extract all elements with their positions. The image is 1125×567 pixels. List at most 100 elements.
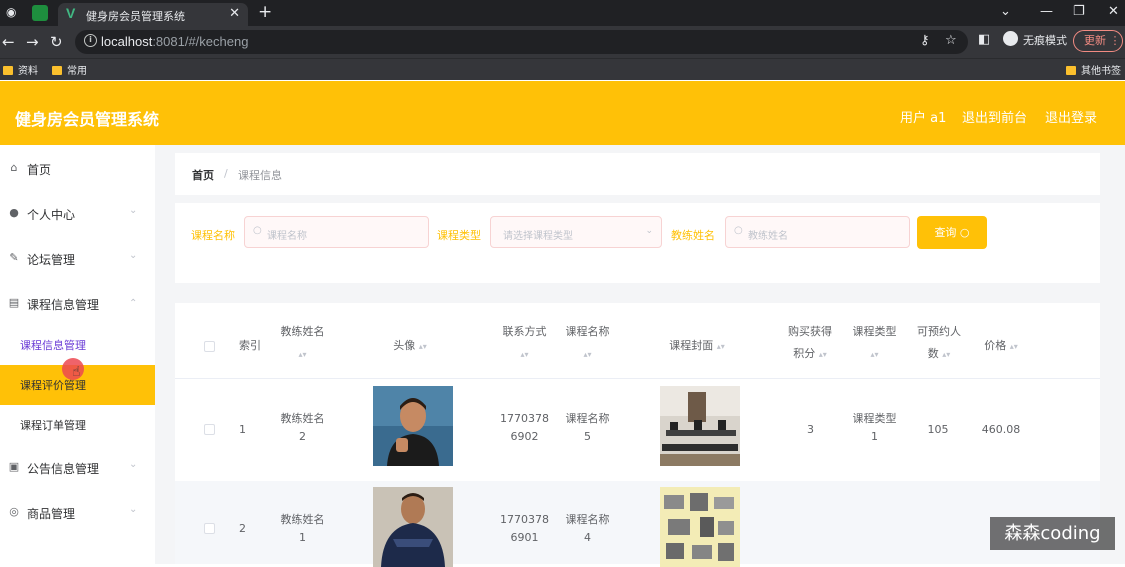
sort-icon[interactable]: ▴▾ <box>1010 342 1018 351</box>
sidebar-item-forum[interactable]: ✎ 论坛管理 ⌄ <box>0 239 155 279</box>
course-type-label: 课程类型 <box>437 229 481 242</box>
course-cover-image <box>660 487 740 567</box>
sidebar-item-label: 课程信息管理 <box>27 298 100 312</box>
coach-avatar-image <box>373 487 453 567</box>
sidebar-item-label: 个人中心 <box>27 208 76 222</box>
cell-index: 1 <box>239 423 246 436</box>
browser-tab-bar: ◉ V 健身房会员管理系统 ✕ + ⌄ — ❐ ✕ <box>0 0 1125 26</box>
close-window-icon[interactable]: ✕ <box>1108 4 1119 19</box>
search-icon: ○ <box>734 225 743 236</box>
course-type-select[interactable]: 请选择课程类型 ⌄ <box>490 216 662 248</box>
back-to-front-link[interactable]: 退出到前台 <box>962 107 1027 126</box>
main-content: 首页 / 课程信息 课程名称 ○ 课程名称 课程类型 请选择课程类型 ⌄ 教练姓… <box>155 145 1125 567</box>
current-user: 用户 a1 <box>900 111 947 126</box>
bookmark-star-icon[interactable]: ☆ <box>945 33 957 48</box>
sidebar-item-home[interactable]: ⌂ 首页 <box>0 149 155 189</box>
col-points[interactable]: 购买获得 积分 ▴▾ <box>780 321 840 366</box>
course-name-label: 课程名称 <box>191 229 235 242</box>
cell-course-name: 课程名称 5 <box>565 412 610 443</box>
coach-avatar-image <box>373 386 453 466</box>
minimize-icon[interactable]: — <box>1040 4 1053 19</box>
chevron-up-icon: ⌃ <box>129 298 138 309</box>
chevron-down-icon: ⌄ <box>129 250 138 261</box>
sort-icon[interactable]: ▴▾ <box>717 342 725 351</box>
row-checkbox[interactable] <box>204 523 215 534</box>
update-button[interactable]: 更新 ⋮ <box>1073 30 1123 52</box>
app-header: 健身房会员管理系统 用户 a1 退出到前台 退出登录 <box>0 81 1125 145</box>
breadcrumb-current: 课程信息 <box>238 169 282 182</box>
tab-search-icon[interactable]: ⌄ <box>1000 4 1011 19</box>
cell-coach: 教练姓名 1 <box>280 513 325 544</box>
site-info-icon[interactable]: i <box>84 34 97 47</box>
tab-title: 健身房会员管理系统 <box>86 10 185 23</box>
tab-close-icon[interactable]: ✕ <box>229 6 240 21</box>
sort-icon[interactable]: ▴▾ <box>942 350 950 359</box>
sort-icon[interactable]: ▴▾ <box>419 342 427 351</box>
col-avatar[interactable]: 头像 ▴▾ <box>375 335 445 358</box>
col-coach[interactable]: 教练姓名 ▴▾ <box>275 321 330 366</box>
folder-icon <box>52 66 62 75</box>
coach-name-input[interactable]: ○ 教练姓名 <box>725 216 910 248</box>
sort-icon[interactable]: ▴▾ <box>870 350 878 359</box>
sidebar-item-goods[interactable]: ◎ 商品管理 ⌄ <box>0 493 155 533</box>
address-bar-row: ← → ↻ i localhost:8081/#/kecheng ⚷ ☆ ◧ <box>0 26 1125 58</box>
sidebar-item-course[interactable]: ▤ 课程信息管理 ⌃ <box>0 284 155 324</box>
app-title: 健身房会员管理系统 <box>15 110 160 129</box>
header-divider <box>175 378 1100 379</box>
sidebar-item-notice[interactable]: ▣ 公告信息管理 ⌄ <box>0 448 155 488</box>
col-price[interactable]: 价格 ▴▾ <box>971 335 1031 358</box>
sort-icon[interactable]: ▴▾ <box>819 350 827 359</box>
watermark: 森森coding <box>990 517 1115 550</box>
sort-icon[interactable]: ▴▾ <box>520 350 528 359</box>
password-key-icon[interactable]: ⚷ <box>920 33 930 48</box>
cell-course-name: 课程名称 4 <box>565 513 610 544</box>
reload-icon[interactable]: ↻ <box>50 33 63 51</box>
cell-course-type: 课程类型 1 <box>852 412 897 443</box>
row-checkbox[interactable] <box>204 424 215 435</box>
sort-icon[interactable]: ▴▾ <box>583 350 591 359</box>
query-button[interactable]: 查询 ○ <box>917 216 987 249</box>
cell-index: 2 <box>239 522 246 535</box>
bookmark-folder-changyong[interactable]: 常用 <box>52 62 87 77</box>
sort-icon[interactable]: ▴▾ <box>298 350 306 359</box>
col-course-name[interactable]: 课程名称 ▴▾ <box>560 321 615 366</box>
chevron-down-icon: ⌄ <box>129 205 138 216</box>
page-scrollbar[interactable] <box>1113 145 1125 564</box>
select-all-checkbox[interactable] <box>204 341 215 352</box>
bookmark-folder-ziliao[interactable]: 资料 <box>3 62 38 77</box>
new-tab-button[interactable]: + <box>258 2 272 22</box>
cell-points: 3 <box>807 423 814 436</box>
col-capacity[interactable]: 可预约人数 ▴▾ <box>909 321 969 366</box>
submenu-course-order[interactable]: 课程订单管理 <box>0 405 155 445</box>
back-arrow-icon[interactable]: ← <box>2 33 15 51</box>
notice-icon: ▣ <box>8 460 20 473</box>
breadcrumb-separator: / <box>224 167 228 180</box>
side-panel-icon[interactable]: ◧ <box>978 32 990 47</box>
col-course-type[interactable]: 课程类型 ▴▾ <box>847 321 902 366</box>
forward-arrow-icon[interactable]: → <box>26 33 39 51</box>
sidebar-item-label: 论坛管理 <box>27 253 76 267</box>
breadcrumb-home[interactable]: 首页 <box>192 167 214 183</box>
active-tab[interactable]: V 健身房会员管理系统 ✕ <box>58 3 248 26</box>
submenu-label: 课程订单管理 <box>20 419 86 432</box>
home-icon: ⌂ <box>10 161 18 174</box>
logout-link[interactable]: 退出登录 <box>1045 107 1097 126</box>
col-phone[interactable]: 联系方式 ▴▾ <box>497 321 552 366</box>
course-name-input[interactable]: ○ 课程名称 <box>244 216 429 248</box>
sheets-tab-icon[interactable] <box>32 5 48 21</box>
other-bookmarks[interactable]: 其他书签 <box>1066 62 1121 77</box>
col-cover[interactable]: 课程封面 ▴▾ <box>657 335 737 358</box>
bookmarks-bar: 资料 常用 其他书签 <box>0 58 1125 80</box>
chrome-menu-icon[interactable]: ◉ <box>6 5 16 19</box>
url-text[interactable]: localhost:8081/#/kecheng <box>101 34 248 49</box>
sidebar-item-personal[interactable]: ● 个人中心 ⌄ <box>0 194 155 234</box>
coach-name-label: 教练姓名 <box>671 229 715 242</box>
goods-icon: ◎ <box>9 505 19 518</box>
sidebar-item-label: 商品管理 <box>27 507 76 521</box>
omnibox[interactable]: i localhost:8081/#/kecheng ⚷ ☆ <box>75 30 968 54</box>
breadcrumb: 首页 / 课程信息 <box>175 153 1100 195</box>
restore-icon[interactable]: ❐ <box>1073 4 1085 19</box>
sidebar-item-label: 公告信息管理 <box>27 462 100 476</box>
folder-icon <box>3 66 13 75</box>
table-row[interactable]: 2 教练姓名 1 1770378 6901 课程名称 4 <box>175 481 1100 567</box>
